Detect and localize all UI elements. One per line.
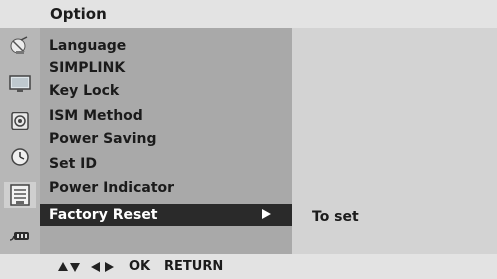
title-bar: Option <box>0 0 497 28</box>
option-icon[interactable] <box>4 182 36 208</box>
ok-hint: OK <box>129 259 151 274</box>
submenu-panel: To set <box>292 28 497 254</box>
speaker-icon[interactable] <box>9 112 31 130</box>
menu-item-factory-reset[interactable]: Factory Reset <box>40 204 292 226</box>
menu-item-label: Power Saving <box>49 131 157 147</box>
return-hint: RETURN <box>164 259 224 274</box>
menu-item-power-indicator[interactable]: Power Indicator <box>40 177 292 199</box>
menu-item-language[interactable]: Language <box>40 35 292 57</box>
navigation-arrows <box>58 261 122 273</box>
menu-item-label: Factory Reset <box>49 207 158 223</box>
submenu-option-to-set[interactable]: To set <box>312 209 359 225</box>
help-bar: OK RETURN <box>0 254 497 279</box>
up-arrow-icon <box>58 262 68 271</box>
menu-item-set-id[interactable]: Set ID <box>40 153 292 175</box>
menu-item-power-saving[interactable]: Power Saving <box>40 128 292 150</box>
menu-item-label: ISM Method <box>49 108 143 124</box>
menu-item-simplink[interactable]: SIMPLINK <box>40 57 292 79</box>
monitor-icon[interactable] <box>9 75 31 93</box>
osd-option-menu: Option Language SIMPLINK Key Lock ISM Me… <box>0 0 497 279</box>
menu-item-ism-method[interactable]: ISM Method <box>40 105 292 127</box>
category-sidebar <box>0 28 40 254</box>
menu-item-label: Key Lock <box>49 83 120 99</box>
menu-title: Option <box>50 5 107 23</box>
submenu-arrow-icon <box>262 209 271 219</box>
menu-item-label: SIMPLINK <box>49 60 126 76</box>
satellite-dish-icon[interactable] <box>9 36 31 54</box>
menu-item-label: Set ID <box>49 156 97 172</box>
menu-item-label: Power Indicator <box>49 180 175 196</box>
down-arrow-icon <box>70 263 80 272</box>
input-plug-icon[interactable] <box>9 227 31 245</box>
option-menu-list: Language SIMPLINK Key Lock ISM Method Po… <box>40 28 292 254</box>
right-arrow-icon <box>105 262 114 272</box>
clock-icon[interactable] <box>9 148 31 166</box>
left-arrow-icon <box>91 262 100 272</box>
menu-item-key-lock[interactable]: Key Lock <box>40 80 292 102</box>
menu-item-label: Language <box>49 38 127 54</box>
